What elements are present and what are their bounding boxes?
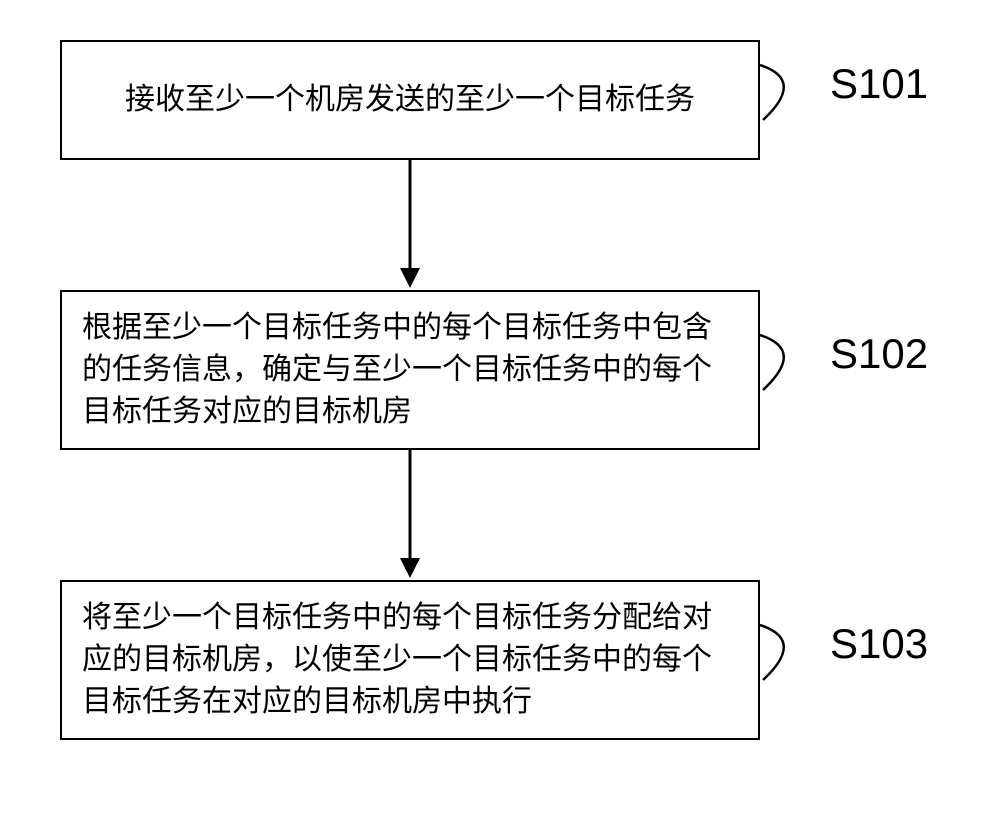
flow-step-2: 根据至少一个目标任务中的每个目标任务中包含的任务信息，确定与至少一个目标任务中的… <box>60 290 760 450</box>
label-s102: S102 <box>830 330 928 378</box>
connector-s102 <box>758 330 828 400</box>
arrow-2-3 <box>395 450 425 580</box>
flow-step-1: 接收至少一个机房发送的至少一个目标任务 <box>60 40 760 160</box>
label-s101: S101 <box>830 60 928 108</box>
label-s103: S103 <box>830 620 928 668</box>
connector-s101 <box>758 60 828 130</box>
flow-step-3-text: 将至少一个目标任务中的每个目标任务分配给对应的目标机房，以使至少一个目标任务中的… <box>82 597 738 723</box>
arrow-1-2 <box>395 160 425 290</box>
flow-step-3: 将至少一个目标任务中的每个目标任务分配给对应的目标机房，以使至少一个目标任务中的… <box>60 580 760 740</box>
flow-step-2-text: 根据至少一个目标任务中的每个目标任务中包含的任务信息，确定与至少一个目标任务中的… <box>82 307 738 433</box>
connector-s103 <box>758 620 828 690</box>
flow-step-1-text: 接收至少一个机房发送的至少一个目标任务 <box>125 79 695 121</box>
